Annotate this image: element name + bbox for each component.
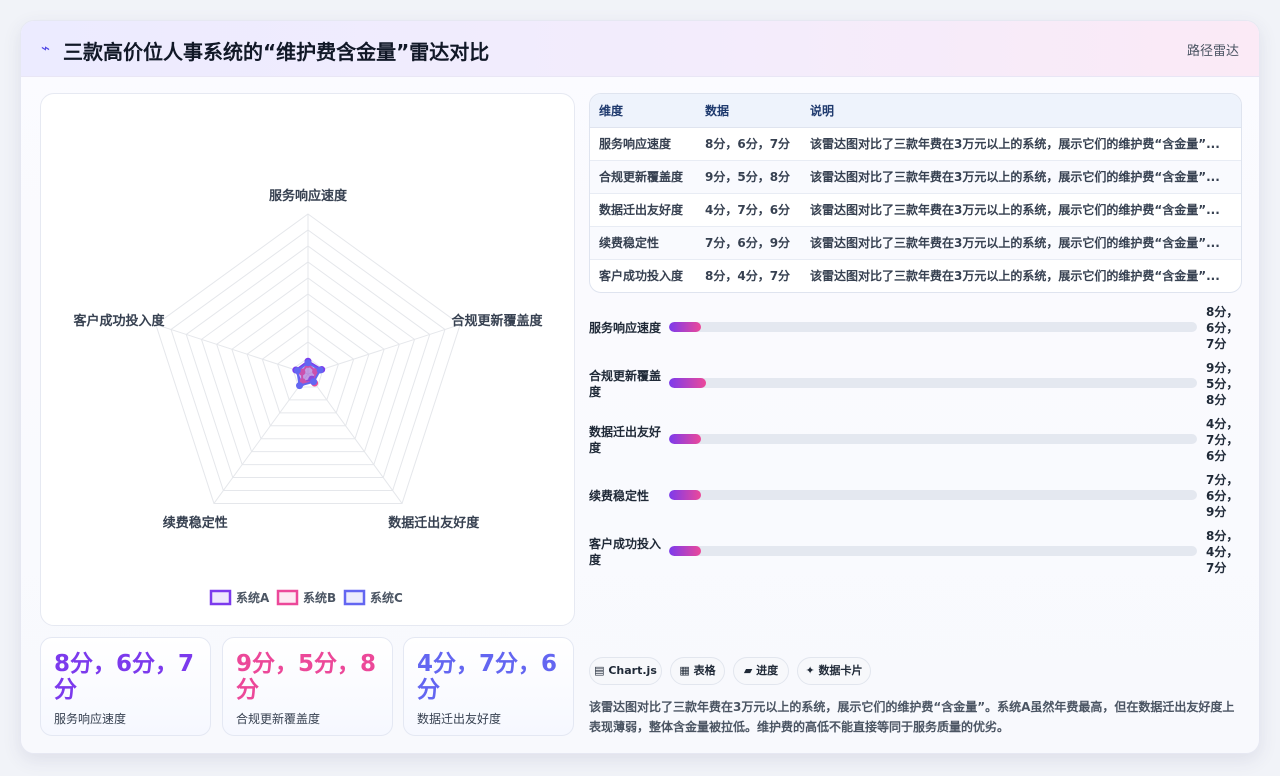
progress-value: 4分，7分，6分	[1206, 417, 1239, 463]
table-cell: 9分，5分，8分	[696, 160, 801, 194]
table-header-dimension: 维度	[590, 94, 696, 128]
progress-track	[669, 322, 1197, 332]
progress-fill	[669, 546, 701, 556]
chip-table[interactable]: ▦ 表格	[670, 657, 725, 685]
radar-point	[316, 366, 324, 374]
data-table: 维度 数据 说明 服务响应速度 8分，6分，7分 该雷达图对比了三款年费在3万元…	[589, 93, 1242, 293]
stat-card-2: 9分，5分，8分 合规更新覆盖度	[222, 637, 393, 736]
table-cell: 该雷达图对比了三款年费在3万元以上的系统，展示它们的维护费“含金量”...	[801, 226, 1241, 260]
table-cell: 合规更新覆盖度	[590, 160, 696, 194]
table-cell: 4分，7分，6分	[696, 193, 801, 227]
stat-value: 8分，6分，7分	[54, 651, 195, 703]
progress-fill	[669, 490, 701, 500]
table-cell: 8分，6分，7分	[696, 127, 801, 161]
progress-fill	[669, 322, 701, 332]
progress-label: 服务响应速度	[589, 321, 662, 335]
table-icon: ▦	[679, 664, 694, 677]
table-row: 续费稳定性 7分，6分，9分 该雷达图对比了三款年费在3万元以上的系统，展示它们…	[590, 226, 1241, 260]
radar-axis-label: 续费稳定性	[163, 515, 228, 531]
stat-card-1: 8分，6分，7分 服务响应速度	[40, 637, 211, 736]
header-tag: 路径雷达	[1186, 44, 1239, 59]
header: ⌁ 三款高价位人事系统的“维护费含金量”雷达对比 路径雷达	[21, 21, 1259, 77]
progress-fill	[669, 434, 701, 444]
chip-data-card[interactable]: ✦ 数据卡片	[797, 657, 871, 685]
progress-label: 续费稳定性	[589, 489, 650, 503]
main-card: ⌁ 三款高价位人事系统的“维护费含金量”雷达对比 路径雷达 服务响应速度 合规更新…	[20, 20, 1260, 754]
progress-track	[669, 490, 1197, 500]
progress-label: 客户成功投入度	[589, 537, 662, 567]
chart-icon: ▤	[594, 664, 609, 677]
radar-point	[310, 378, 318, 386]
table-cell: 7分，6分，9分	[696, 226, 801, 260]
table-cell: 8分，4分，7分	[705, 269, 791, 284]
legend-swatch	[343, 589, 366, 606]
radar-axis-label: 服务响应速度	[269, 188, 348, 204]
radar-chart-panel: 服务响应速度合规更新覆盖度数据迁出友好度 续费稳定性 客户成功投入度系统A 系统B 系统…	[40, 93, 575, 626]
stat-value: 9分，5分，8分	[236, 651, 377, 703]
progress-value: 8分，6分，7分	[1206, 305, 1239, 351]
stat-card-3: 4分，7分，6分 数据迁出友好度	[403, 637, 574, 736]
chip-chartjs[interactable]: ▤ Chart.js	[589, 657, 662, 685]
progress-row: 合规更新覆盖度 9分，5分，8分	[589, 361, 1249, 411]
table-cell: 该雷达图对比了三款年费在3万元以上的系统，展示它们的维护费“含金量”...	[801, 127, 1241, 161]
progress-row: 数据迁出友好度 4分，7分，6分	[589, 417, 1249, 467]
table-cell: 客户成功投入度	[599, 269, 684, 284]
progress-value: 9分，5分，8分	[1206, 361, 1239, 407]
radar-point	[296, 382, 304, 390]
table-cell: 服务响应速度	[590, 127, 696, 161]
radar-axis-label: 合规更新覆盖度	[451, 313, 543, 329]
table-row: 服务响应速度 8分，6分，7分 该雷达图对比了三款年费在3万元以上的系统，展示它…	[590, 127, 1241, 161]
progress-fill	[669, 378, 706, 388]
table-row: 数据迁出友好度 4分，7分，6分 该雷达图对比了三款年费在3万元以上的系统，展示…	[590, 193, 1241, 227]
progress-row: 客户成功投入度 8分，4分，7分	[589, 529, 1249, 579]
progress-row: 续费稳定性 7分，6分，9分	[589, 473, 1249, 523]
table-cell: 该雷达图对比了三款年费在3万元以上的系统，展示它们的维护费“含金量”...	[801, 160, 1241, 194]
table-header-note: 说明	[801, 94, 1241, 128]
legend-label: 系统C	[370, 590, 403, 605]
table-cell: 数据迁出友好度	[590, 193, 696, 227]
progress-track	[669, 378, 1197, 388]
radar-axis-label: 数据迁出友好度	[388, 515, 480, 531]
table-cell: 该雷达图对比了三款年费在3万元以上的系统，展示它们的维护费“含金量”...	[801, 193, 1241, 227]
stat-label: 合规更新覆盖度	[236, 712, 321, 726]
progress-track	[669, 546, 1197, 556]
radar-chart: 服务响应速度合规更新覆盖度数据迁出友好度 续费稳定性 客户成功投入度系统A 系统B 系统…	[74, 188, 543, 606]
radar-spoke	[155, 324, 309, 375]
radar-point	[293, 367, 301, 375]
chart-description: 该雷达图对比了三款年费在3万元以上的系统，展示它们的维护费“含金量”。系统A虽然…	[589, 700, 1235, 734]
radar-axis-label: 客户成功投入度	[74, 313, 166, 329]
page-title: 三款高价位人事系统的“维护费含金量”雷达对比	[63, 40, 490, 64]
progress-icon: ▰	[743, 664, 757, 677]
legend-label: 系统B	[303, 590, 336, 605]
progress-label: 合规更新覆盖度	[589, 369, 662, 399]
progress-label: 数据迁出友好度	[589, 425, 662, 455]
table-row: 客户成功投入度 8分，4分，7分 该雷达图对比了三款年费在3万元以上的系统，展示…	[590, 259, 1241, 292]
progress-value: 8分，4分，7分	[1206, 529, 1239, 575]
table-row: 合规更新覆盖度 9分，5分，8分 该雷达图对比了三款年费在3万元以上的系统，展示…	[590, 160, 1241, 194]
legend-label: 系统A	[236, 590, 270, 605]
table-header-data: 数据	[696, 94, 801, 128]
table-cell: 续费稳定性	[590, 226, 696, 260]
card-icon: ✦	[805, 664, 819, 677]
chip-progress[interactable]: ▰ 进度	[733, 657, 789, 685]
radar-point	[304, 359, 312, 367]
radar-spoke	[307, 324, 461, 375]
legend-swatch	[209, 589, 232, 606]
progress-track	[669, 434, 1197, 444]
wave-icon: ⌁	[41, 39, 51, 57]
table-header-row: 维度 数据 说明	[590, 94, 1241, 128]
table-cell: 该雷达图对比了三款年费在3万元以上的系统，展示它们的维护费“含金量”...	[810, 269, 1220, 284]
progress-value: 7分，6分，9分	[1206, 473, 1239, 519]
stat-value: 4分，7分，6分	[417, 651, 558, 703]
stat-label: 数据迁出友好度	[417, 712, 502, 726]
stat-label: 服务响应速度	[54, 712, 127, 726]
progress-row: 服务响应速度 8分，6分，7分	[589, 305, 1249, 355]
legend-swatch	[276, 589, 299, 606]
